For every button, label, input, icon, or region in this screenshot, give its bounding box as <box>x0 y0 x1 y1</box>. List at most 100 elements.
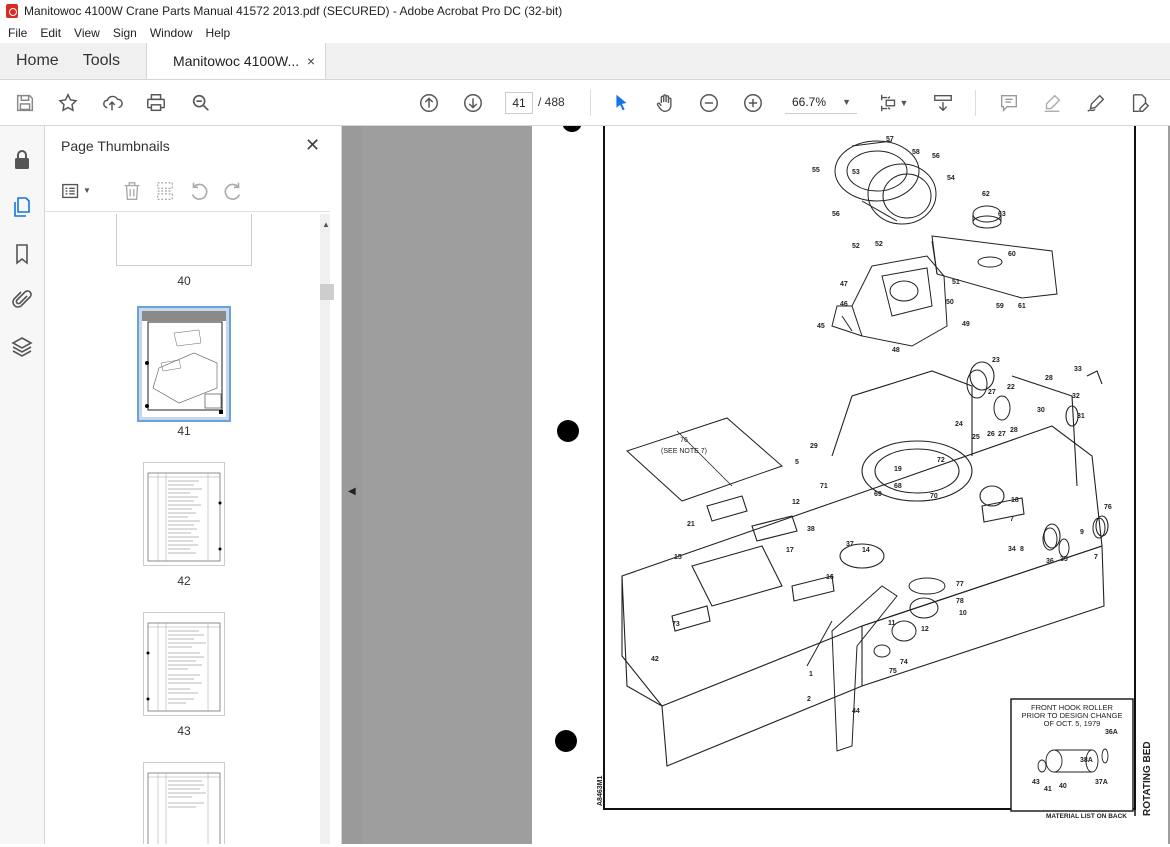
callout: 25 <box>972 434 980 441</box>
callout: 55 <box>812 167 820 174</box>
callout: 54 <box>947 175 955 182</box>
menu-help[interactable]: Help <box>206 26 231 40</box>
bookmarks-icon[interactable] <box>10 242 34 266</box>
callout: 22 <box>1007 384 1015 391</box>
rotate-counterclockwise-icon[interactable] <box>188 180 210 202</box>
page-thumbnails-icon[interactable] <box>10 195 34 219</box>
callout: 23 <box>992 357 1000 364</box>
thumbnail-options-icon[interactable] <box>61 180 83 202</box>
front-hook-roller-inset: FRONT HOOK ROLLER PRIOR TO DESIGN CHANGE… <box>1010 698 1134 812</box>
callout: 62 <box>982 191 990 198</box>
callout: 27 <box>998 431 1006 438</box>
callout: 14 <box>862 547 870 554</box>
panel-close-icon[interactable]: ✕ <box>305 135 320 156</box>
comment-icon[interactable] <box>997 91 1021 115</box>
callout: 45 <box>817 323 825 330</box>
attachments-icon[interactable] <box>10 288 34 312</box>
callout: 35 <box>1060 556 1068 563</box>
callout: 73 <box>672 621 680 628</box>
menu-file[interactable]: File <box>8 26 27 40</box>
menu-view[interactable]: View <box>74 26 100 40</box>
thumbnail-list: 40 41 42 43 <box>45 214 320 844</box>
callout: 21 <box>687 521 695 528</box>
callout: 69 <box>874 491 882 498</box>
panel-title: Page Thumbnails <box>61 138 170 154</box>
callout: 58 <box>912 149 920 156</box>
zoom-in-icon[interactable] <box>741 91 765 115</box>
thumbnail-page-44[interactable] <box>143 762 225 844</box>
layers-icon[interactable] <box>10 335 34 359</box>
scrollbar-thumb[interactable] <box>320 284 334 300</box>
page-number-input[interactable]: 41 <box>505 92 533 114</box>
window-title: Manitowoc 4100W Crane Parts Manual 41572… <box>24 4 563 18</box>
tab-document[interactable]: Manitowoc 4100W... × <box>146 43 327 79</box>
thumbnail-page-40[interactable] <box>116 214 252 266</box>
collapse-arrow-icon[interactable]: ◀ <box>348 486 356 497</box>
callout: 1 <box>809 671 813 678</box>
rotate-clockwise-icon[interactable] <box>222 180 244 202</box>
callout: 51 <box>952 279 960 286</box>
share-upload-icon[interactable] <box>100 91 124 115</box>
thumbnail-label: 41 <box>177 424 191 438</box>
find-search-icon[interactable] <box>189 91 213 115</box>
thumbnail-page-42[interactable] <box>143 462 225 566</box>
callout: 50 <box>946 299 954 306</box>
tab-close-icon[interactable]: × <box>307 53 315 69</box>
callout: 26 <box>987 431 995 438</box>
edit-pdf-icon[interactable] <box>1128 91 1152 115</box>
print-icon[interactable] <box>144 91 168 115</box>
main-toolbar: 41 / 488 66.7% ▼ ▼ <box>0 80 1170 126</box>
callout: 10 <box>959 610 967 617</box>
callout: 75 <box>889 668 897 675</box>
inset-callout: 41 <box>1044 786 1052 793</box>
thumbnail-page-41-preview <box>142 311 226 417</box>
callout: 52 <box>875 241 883 248</box>
tab-bar: Home Tools Manitowoc 4100W... × <box>0 43 1170 80</box>
panel-collapse-handle[interactable]: ◀ <box>342 126 362 844</box>
scroll-up-icon[interactable]: ▲ <box>322 220 330 229</box>
callout: 57 <box>886 136 894 143</box>
binder-hole <box>562 112 582 132</box>
callout: 74 <box>900 659 908 666</box>
previous-page-icon[interactable] <box>417 91 441 115</box>
page-thumbnails-panel: Page Thumbnails ✕ ▼ 40 41 42 43 ▲ <box>45 126 342 844</box>
page-fit-dropdown-icon[interactable]: ▼ <box>899 91 909 115</box>
callout: 48 <box>892 347 900 354</box>
thumbnail-page-43-preview <box>146 622 221 712</box>
callout: 32 <box>1072 393 1080 400</box>
menu-sign[interactable]: Sign <box>113 26 137 40</box>
binder-hole <box>555 730 577 752</box>
highlight-pen-icon[interactable] <box>1040 91 1064 115</box>
thumbnail-page-43[interactable] <box>143 612 225 716</box>
tab-home[interactable]: Home <box>0 43 75 79</box>
fill-sign-icon[interactable] <box>1084 91 1108 115</box>
callout: 7 <box>1094 554 1098 561</box>
thumbnail-scrollbar[interactable]: ▲ <box>320 214 334 844</box>
bookmark-star-icon[interactable] <box>56 91 80 115</box>
callout: 42 <box>651 656 659 663</box>
zoom-level-value: 66.7% <box>792 95 827 109</box>
next-page-icon[interactable] <box>461 91 485 115</box>
delete-page-icon[interactable] <box>121 180 143 202</box>
callout: 44 <box>852 708 860 715</box>
callout: 70 <box>930 493 938 500</box>
tab-tools[interactable]: Tools <box>75 43 136 79</box>
zoom-out-icon[interactable] <box>697 91 721 115</box>
insert-page-icon[interactable] <box>154 180 176 202</box>
scroll-mode-icon[interactable] <box>931 91 955 115</box>
callout: 60 <box>1008 251 1016 258</box>
select-pointer-icon[interactable] <box>609 91 633 115</box>
page-fit-icon[interactable] <box>877 91 901 115</box>
callout: 18 <box>1011 497 1019 504</box>
acrobat-pdf-icon <box>6 4 18 18</box>
hand-tool-icon[interactable] <box>653 91 677 115</box>
menu-edit[interactable]: Edit <box>40 26 61 40</box>
thumbnail-options-chevron-icon[interactable]: ▼ <box>83 186 93 208</box>
cover-plate <box>931 205 1058 299</box>
thumbnail-page-41[interactable] <box>137 306 231 422</box>
save-icon[interactable] <box>13 91 37 115</box>
menu-window[interactable]: Window <box>150 26 193 40</box>
lock-icon[interactable] <box>10 148 34 172</box>
zoom-level-select[interactable]: 66.7% ▼ <box>785 92 857 114</box>
callout: 61 <box>1018 303 1026 310</box>
